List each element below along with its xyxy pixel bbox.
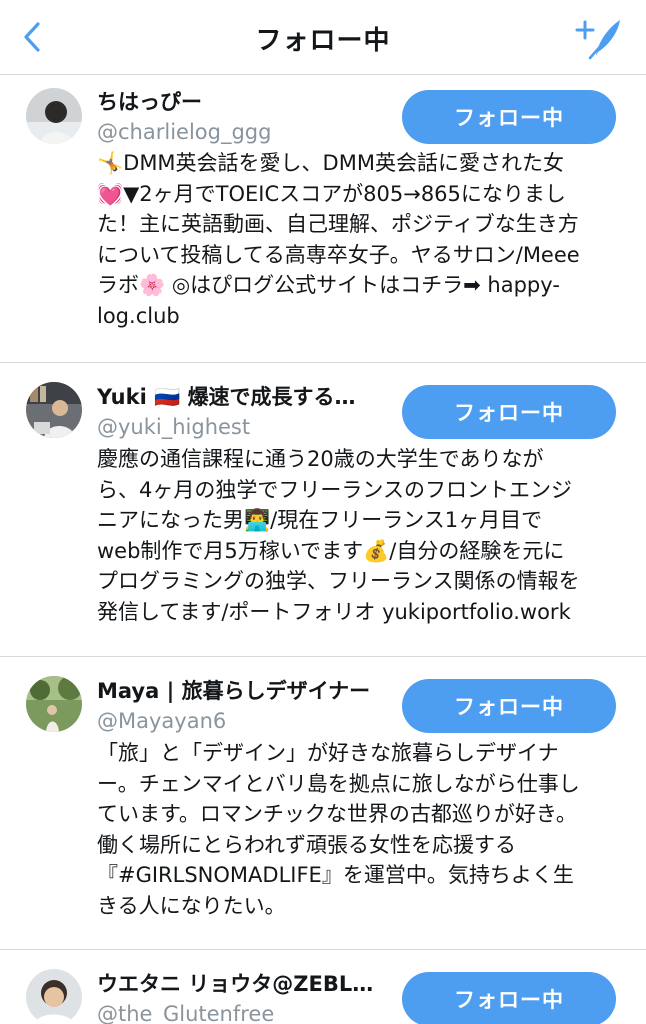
- user-handle: @the_Glutenfree: [97, 1002, 275, 1024]
- avatar[interactable]: [26, 88, 82, 144]
- user-name: ちはっぴー: [97, 90, 202, 114]
- user-name: ウエタニ リョウタ@ZEBL…: [97, 972, 374, 996]
- add-follow-button[interactable]: [574, 14, 624, 60]
- user-handle: @yuki_highest: [97, 415, 251, 439]
- user-row[interactable]: Yuki 🇷🇺 爆速で成長する… @yuki_highest フォロー中 慶應の…: [0, 363, 646, 657]
- user-bio: 「旅」と「デザイン」が好きな旅暮らしデザイナ ー。チェンマイとバリ島を拠点に旅し…: [97, 741, 580, 918]
- avatar[interactable]: [26, 676, 82, 732]
- user-bio: 🤸DMM英会話を愛し、DMM英会話に愛された女 💓▼2ヶ月でTOEICスコアが8…: [97, 151, 580, 328]
- avatar[interactable]: [26, 382, 82, 438]
- nav-header: フォロー中: [0, 0, 646, 75]
- add-feather-icon: [575, 20, 620, 60]
- user-handle: @Mayayan6: [97, 709, 227, 733]
- user-row[interactable]: ちはっぴー @charlielog_ggg フォロー中 🤸DMM英会話を愛し、D…: [0, 76, 646, 363]
- user-row[interactable]: Maya | 旅暮らしデザイナー @Mayayan6 フォロー中 「旅」と「デザ…: [0, 657, 646, 950]
- following-button[interactable]: フォロー中: [402, 385, 616, 439]
- page-title: フォロー中: [255, 26, 391, 56]
- user-row[interactable]: ウエタニ リョウタ@ZEBL… @the_Glutenfree フォロー中: [0, 950, 646, 1024]
- following-button[interactable]: フォロー中: [402, 679, 616, 733]
- user-bio: 慶應の通信課程に通う20歳の大学生でありなが ら、4ヶ月の独学でフリーランスのフ…: [97, 447, 580, 624]
- following-button[interactable]: フォロー中: [402, 972, 616, 1024]
- user-handle: @charlielog_ggg: [97, 120, 272, 144]
- user-name: Yuki 🇷🇺 爆速で成長する…: [97, 385, 356, 409]
- avatar[interactable]: [26, 969, 82, 1024]
- user-name: Maya | 旅暮らしデザイナー: [97, 679, 371, 703]
- following-button[interactable]: フォロー中: [402, 90, 616, 144]
